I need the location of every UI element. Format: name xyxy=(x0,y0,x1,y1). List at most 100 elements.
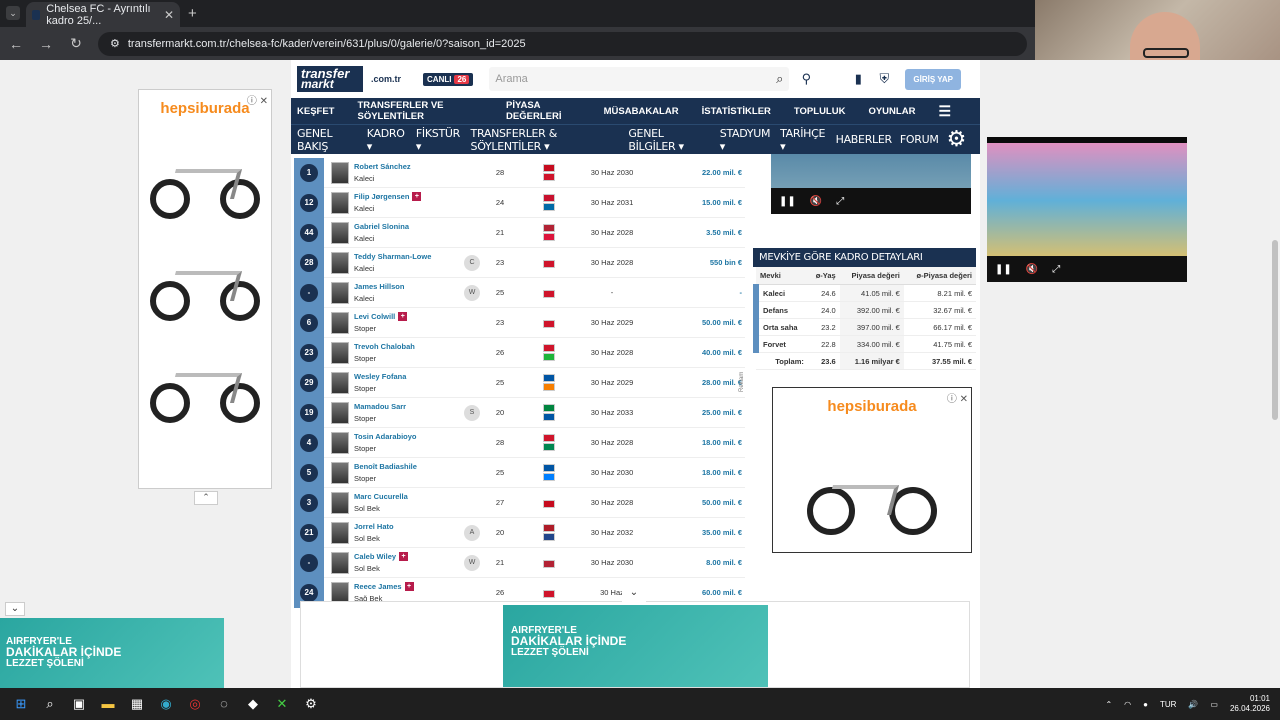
browser-tab[interactable]: Chelsea FC - Ayrıntılı kadro 25/... ✕ xyxy=(26,2,180,27)
mic-icon[interactable]: ● xyxy=(1143,700,1148,709)
market-value[interactable]: 18.00 mil. € xyxy=(674,438,742,447)
main-nav-item[interactable]: TRANSFERLER VE SÖYLENTİLER xyxy=(357,100,494,122)
xbox-icon[interactable]: ✕ xyxy=(271,694,293,714)
main-nav-item[interactable]: OYUNLAR xyxy=(868,106,926,117)
club-crest-icon[interactable] xyxy=(464,225,480,241)
sub-nav-item[interactable]: GENEL BAKIŞ xyxy=(297,127,359,153)
ad-close-icon[interactable]: ⓘ ✕ xyxy=(247,92,268,107)
club-crest-icon[interactable]: A xyxy=(464,524,480,541)
player-photo[interactable] xyxy=(331,431,349,454)
player-name-link[interactable]: Jorrel Hato xyxy=(354,522,394,531)
club-crest-icon[interactable] xyxy=(464,315,480,331)
chrome-icon[interactable]: ◎ xyxy=(184,694,206,714)
market-value[interactable]: 8.00 mil. € xyxy=(674,558,742,567)
market-value[interactable]: 18.00 mil. € xyxy=(674,468,742,477)
fullscreen-icon[interactable]: ⤢ xyxy=(1052,264,1060,275)
store-icon[interactable]: ▦ xyxy=(126,694,148,714)
sub-nav-item[interactable]: KADRO ▾ xyxy=(367,127,408,153)
scrollbar-thumb[interactable] xyxy=(1272,240,1278,420)
player-name-link[interactable]: Reece James xyxy=(354,582,402,591)
video-player[interactable]: ❚❚ 🔇 ⤢ xyxy=(771,154,971,214)
market-value[interactable]: 50.00 mil. € xyxy=(674,498,742,507)
player-photo[interactable] xyxy=(331,341,349,364)
player-photo[interactable] xyxy=(331,461,349,484)
market-value[interactable]: 40.00 mil. € xyxy=(674,348,742,357)
player-name-link[interactable]: Levi Colwill xyxy=(354,312,395,321)
market-value[interactable]: 60.00 mil. € xyxy=(674,588,742,597)
close-tab-icon[interactable]: ✕ xyxy=(164,8,174,22)
language-indicator[interactable]: TUR xyxy=(1160,700,1176,709)
club-crest-icon[interactable]: C xyxy=(464,254,480,271)
main-nav-item[interactable]: MÜSABAKALAR xyxy=(604,106,690,117)
player-name-link[interactable]: Wesley Fofana xyxy=(354,372,406,381)
club-crest-icon[interactable]: W xyxy=(464,284,480,301)
club-crest-icon[interactable] xyxy=(464,195,480,211)
player-photo[interactable] xyxy=(331,401,349,424)
market-value[interactable]: 35.00 mil. € xyxy=(674,528,742,537)
forward-icon[interactable]: → xyxy=(38,36,54,52)
player-name-link[interactable]: Caleb Wiley xyxy=(354,552,396,561)
file-explorer-icon[interactable]: ▬ xyxy=(97,694,119,714)
fullscreen-icon[interactable]: ⤢ xyxy=(836,196,844,207)
floating-video[interactable]: ❚❚ 🔇 ⤢ xyxy=(987,137,1187,282)
volume-icon[interactable]: 🔊 xyxy=(1188,700,1198,709)
bottom-ad-banner[interactable]: AIRFRYER'LE DAKİKALAR İÇİNDE LEZZET ŞÖLE… xyxy=(503,605,768,687)
battery-icon[interactable]: ▭ xyxy=(1210,700,1218,709)
club-crest-icon[interactable] xyxy=(464,345,480,361)
login-button[interactable]: GİRİŞ YAP xyxy=(905,68,961,90)
market-value[interactable]: 28.00 mil. € xyxy=(674,378,742,387)
club-crest-icon[interactable]: W xyxy=(464,554,480,571)
site-logo[interactable]: transfer markt xyxy=(297,66,363,92)
live-badge[interactable]: CANLI 26 xyxy=(423,72,474,86)
market-value[interactable]: 50.00 mil. € xyxy=(674,318,742,327)
shield-icon[interactable]: ⛨ xyxy=(875,71,893,87)
player-name-link[interactable]: James Hillson xyxy=(354,282,404,291)
reload-icon[interactable]: ↻ xyxy=(68,35,84,52)
search-icon[interactable]: ⌕ xyxy=(776,71,783,87)
ad-expand-chevron-icon[interactable]: ⌄ xyxy=(622,587,646,603)
player-photo[interactable] xyxy=(331,161,349,184)
main-nav-item[interactable]: TOPLULUK xyxy=(794,106,857,117)
search-input[interactable]: Arama ⌕ xyxy=(489,67,790,91)
club-crest-icon[interactable] xyxy=(464,495,480,511)
windows-start-icon[interactable]: ⊞ xyxy=(10,694,32,714)
player-name-link[interactable]: Benoît Badiashile xyxy=(354,462,417,471)
user-search-icon[interactable]: ⚲ xyxy=(797,71,815,87)
left-ad-banner[interactable]: ⓘ ✕ hepsiburada xyxy=(138,89,272,489)
hamburger-menu-icon[interactable]: ☰ xyxy=(938,103,962,120)
market-value[interactable]: 3.50 mil. € xyxy=(674,228,742,237)
mute-icon[interactable]: 🔇 xyxy=(1026,264,1038,275)
player-name-link[interactable]: Gabriel Slonina xyxy=(354,222,409,231)
search-icon[interactable]: ⌕ xyxy=(39,694,61,714)
player-name-link[interactable]: Teddy Sharman-Lowe xyxy=(354,252,431,261)
player-photo[interactable] xyxy=(331,491,349,514)
club-crest-icon[interactable] xyxy=(464,585,480,601)
ad-collapse-chevron-icon[interactable]: ⌄ xyxy=(5,602,25,616)
market-value[interactable]: 15.00 mil. € xyxy=(674,198,742,207)
club-crest-icon[interactable] xyxy=(464,435,480,451)
app-icon[interactable]: ◌ xyxy=(213,694,235,714)
sub-nav-item[interactable]: FORUM xyxy=(900,133,939,146)
player-name-link[interactable]: Tosin Adarabioyo xyxy=(354,432,417,441)
main-nav-item[interactable]: KEŞFET xyxy=(297,106,345,117)
bottom-left-ad-banner[interactable]: AIRFRYER'LE DAKİKALAR İÇİNDE LEZZET ŞÖLE… xyxy=(0,618,224,688)
market-value[interactable]: - xyxy=(674,288,743,297)
player-photo[interactable] xyxy=(331,281,349,304)
tray-chevron-icon[interactable]: ⌃ xyxy=(1105,700,1112,709)
player-name-link[interactable]: Mamadou Sarr xyxy=(354,402,406,411)
sub-nav-item[interactable]: STADYUM ▾ xyxy=(720,127,772,153)
sub-nav-item[interactable]: HABERLER xyxy=(836,133,893,146)
player-photo[interactable] xyxy=(331,221,349,244)
bookmark-icon[interactable]: ▮ xyxy=(849,71,867,87)
player-photo[interactable] xyxy=(331,191,349,214)
clock[interactable]: 01:01 26.04.2026 xyxy=(1230,694,1270,714)
player-name-link[interactable]: Filip Jørgensen xyxy=(354,192,409,201)
ad-close-icon[interactable]: ⓘ ✕ xyxy=(947,390,968,405)
edge-icon[interactable]: ◉ xyxy=(155,694,177,714)
main-nav-item[interactable]: PİYASA DEĞERLERİ xyxy=(506,100,592,122)
right-ad-banner[interactable]: ⓘ ✕ hepsiburada xyxy=(772,387,972,553)
site-info-icon[interactable]: ⚙ xyxy=(110,37,120,50)
club-crest-icon[interactable]: S xyxy=(464,404,480,421)
sub-nav-item[interactable]: FİKSTÜR ▾ xyxy=(416,127,463,153)
player-name-link[interactable]: Trevoh Chalobah xyxy=(354,342,415,351)
